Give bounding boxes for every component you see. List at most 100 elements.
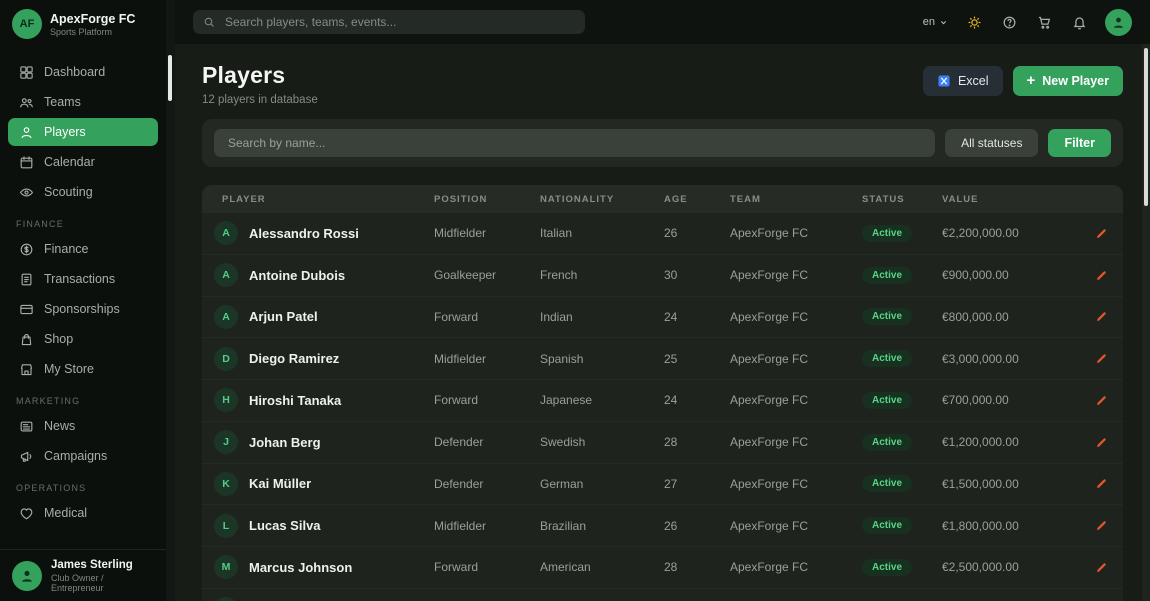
edit-player-button[interactable] xyxy=(1093,517,1110,534)
person-icon xyxy=(19,568,35,584)
export-excel-button[interactable]: Excel xyxy=(923,66,1003,96)
sidebar-item-label: Scouting xyxy=(44,185,93,199)
cart-icon xyxy=(1037,15,1052,30)
name-search-input[interactable] xyxy=(226,135,923,151)
page-header: Players 12 players in database Excel + N… xyxy=(202,62,1123,106)
sidebar-scrollbar-thumb[interactable] xyxy=(168,55,172,101)
filter-button[interactable]: Filter xyxy=(1048,129,1111,157)
person-icon xyxy=(1111,15,1126,30)
edit-player-button[interactable] xyxy=(1093,350,1110,367)
page-title: Players xyxy=(202,62,318,89)
player-value: €1,500,000.00 xyxy=(932,477,1079,491)
bell-icon xyxy=(1072,15,1087,30)
player-position: Midfielder xyxy=(424,519,530,533)
theme-toggle-button[interactable] xyxy=(965,13,983,31)
global-search[interactable] xyxy=(193,10,585,34)
sidebar-item-shop[interactable]: Shop xyxy=(8,325,158,353)
table-row: HHiroshi TanakaForwardJapanese24ApexForg… xyxy=(202,380,1123,422)
main-scrollbar-thumb[interactable] xyxy=(1144,48,1148,206)
column-header: Team xyxy=(720,194,852,205)
player-age: 30 xyxy=(654,268,720,282)
calendar-icon xyxy=(19,155,34,170)
pencil-icon xyxy=(1095,310,1108,323)
sidebar-item-my-store[interactable]: My Store xyxy=(8,355,158,383)
table-body: AAlessandro RossiMidfielderItalian26Apex… xyxy=(202,213,1123,601)
player-actions-cell xyxy=(1079,225,1123,242)
sidebar-item-label: Calendar xyxy=(44,155,95,169)
player-value: €1,800,000.00 xyxy=(932,519,1079,533)
player-name: Hiroshi Tanaka xyxy=(249,393,341,408)
cart-button[interactable] xyxy=(1035,13,1053,31)
filter-button-label: Filter xyxy=(1064,136,1095,150)
notifications-button[interactable] xyxy=(1070,13,1088,31)
sidebar-item-news[interactable]: News xyxy=(8,412,158,440)
profile-avatar[interactable] xyxy=(1105,9,1132,36)
player-avatar: K xyxy=(214,472,238,496)
edit-player-button[interactable] xyxy=(1093,267,1110,284)
page-subtitle: 12 players in database xyxy=(202,94,318,106)
status-filter-select[interactable]: All statuses xyxy=(945,129,1038,157)
sidebar-item-finance[interactable]: Finance xyxy=(8,235,158,263)
plus-icon: + xyxy=(1027,73,1036,88)
player-name: Kai Müller xyxy=(249,476,311,491)
edit-player-button[interactable] xyxy=(1093,308,1110,325)
edit-player-button[interactable] xyxy=(1093,434,1110,451)
player-actions-cell xyxy=(1079,308,1123,325)
player-avatar: M xyxy=(214,555,238,579)
player-nationality: Italian xyxy=(530,226,654,240)
sidebar-item-label: Finance xyxy=(44,242,88,256)
table-row: AArjun PatelForwardIndian24ApexForge FCA… xyxy=(202,297,1123,339)
sidebar-item-calendar[interactable]: Calendar xyxy=(8,148,158,176)
player-position: Defender xyxy=(424,477,530,491)
sidebar-item-sponsorships[interactable]: Sponsorships xyxy=(8,295,158,323)
sidebar-item-scouting[interactable]: Scouting xyxy=(8,178,158,206)
player-team: ApexForge FC xyxy=(720,560,852,574)
status-badge: Active xyxy=(862,267,912,284)
player-nationality: Japanese xyxy=(530,393,654,407)
edit-player-button[interactable] xyxy=(1093,392,1110,409)
player-status-cell: Active xyxy=(852,517,932,534)
player-position: Goalkeeper xyxy=(424,268,530,282)
transactions-icon xyxy=(19,272,34,287)
player-cell: JJohan Berg xyxy=(202,430,424,454)
sidebar-user[interactable]: James Sterling Club Owner / Entrepreneur xyxy=(0,549,166,601)
main-area: en Players 12 players in dat xyxy=(175,0,1150,601)
global-search-input[interactable] xyxy=(223,14,575,30)
name-search[interactable] xyxy=(214,129,935,157)
brand-name: ApexForge FC xyxy=(50,12,135,27)
player-status-cell: Active xyxy=(852,475,932,492)
player-status-cell: Active xyxy=(852,267,932,284)
edit-player-button[interactable] xyxy=(1093,559,1110,576)
sidebar-item-label: Medical xyxy=(44,506,87,520)
sidebar-item-players[interactable]: Players xyxy=(8,118,158,146)
column-header: Status xyxy=(852,194,932,205)
player-value: €3,000,000.00 xyxy=(932,352,1079,366)
sidebar-item-transactions[interactable]: Transactions xyxy=(8,265,158,293)
player-cell: HHiroshi Tanaka xyxy=(202,388,424,412)
player-age: 27 xyxy=(654,477,720,491)
player-value: €2,500,000.00 xyxy=(932,560,1079,574)
player-team: ApexForge FC xyxy=(720,477,852,491)
scouting-icon xyxy=(19,185,34,200)
sidebar-item-teams[interactable]: Teams xyxy=(8,88,158,116)
sidebar-item-medical[interactable]: Medical xyxy=(8,499,158,527)
player-nationality: Indian xyxy=(530,310,654,324)
player-nationality: Brazilian xyxy=(530,519,654,533)
brand-logo: AF xyxy=(12,9,42,39)
sidebar-scrollbar[interactable] xyxy=(166,0,175,601)
player-actions-cell xyxy=(1079,350,1123,367)
main-scrollbar[interactable] xyxy=(1142,44,1150,601)
pencil-icon xyxy=(1095,352,1108,365)
table-row: KKai MüllerDefenderGerman27ApexForge FCA… xyxy=(202,464,1123,506)
pencil-icon xyxy=(1095,477,1108,490)
edit-player-button[interactable] xyxy=(1093,475,1110,492)
help-button[interactable] xyxy=(1000,13,1018,31)
edit-player-button[interactable] xyxy=(1093,225,1110,242)
sidebar-item-campaigns[interactable]: Campaigns xyxy=(8,442,158,470)
language-selector[interactable]: en xyxy=(923,16,948,28)
sidebar-item-label: Players xyxy=(44,125,86,139)
sidebar: AF ApexForge FC Sports Platform Dashboar… xyxy=(0,0,166,601)
new-player-button[interactable]: + New Player xyxy=(1013,66,1123,96)
sidebar-item-dashboard[interactable]: Dashboard xyxy=(8,58,158,86)
player-cell: AAlessandro Rossi xyxy=(202,221,424,245)
